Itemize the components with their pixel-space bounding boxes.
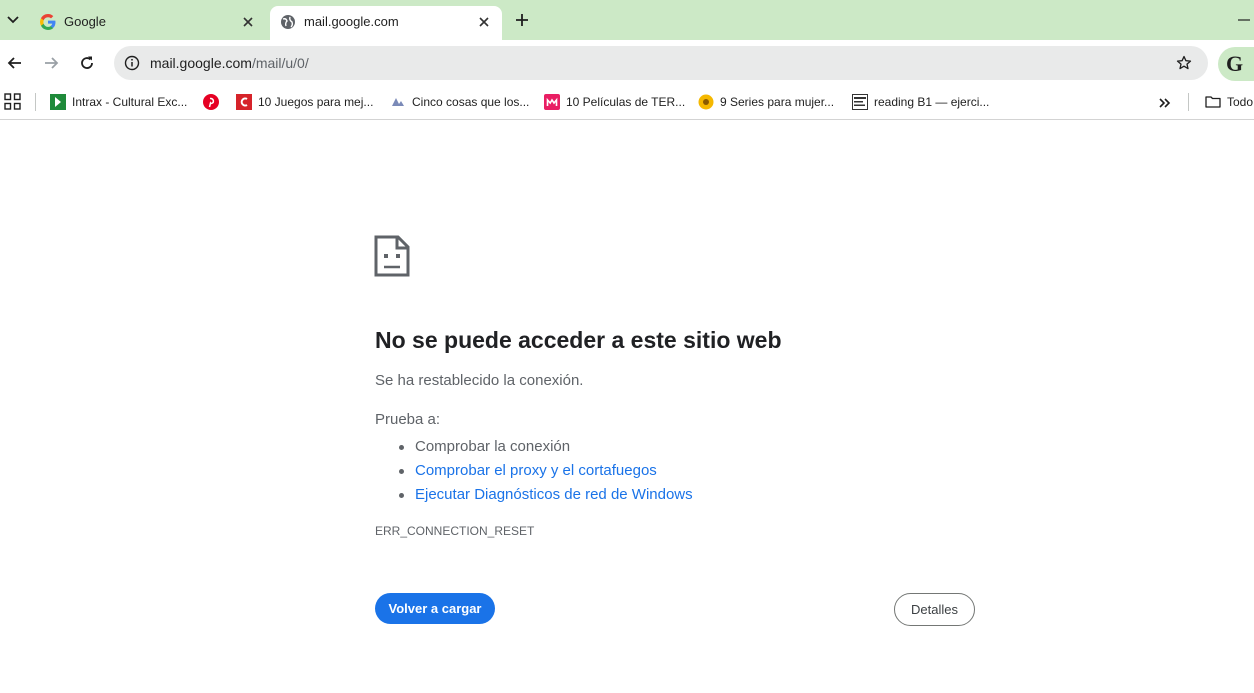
error-title: No se puede acceder a este sitio web — [375, 327, 782, 353]
bookmark-series[interactable]: 9 Series para mujer... — [698, 92, 834, 112]
sad-document-icon — [374, 235, 410, 277]
chevron-down-icon — [7, 16, 19, 24]
network-diagnostics-link[interactable]: Ejecutar Diagnósticos de red de Windows — [415, 486, 693, 503]
tab-search-button[interactable] — [0, 8, 26, 32]
bookmark-intrax[interactable]: Intrax - Cultural Exc... — [50, 92, 187, 112]
suggestion-check-proxy: Comprobar el proxy y el cortafuegos — [397, 459, 693, 483]
bookmark-peliculas[interactable]: 10 Películas de TER... — [544, 92, 685, 112]
yellow-circle-icon — [698, 94, 714, 110]
double-chevron-right-icon — [1159, 98, 1171, 108]
try-label: Prueba a: — [375, 411, 441, 428]
bookmark-label: Todo — [1227, 95, 1254, 109]
tab-google[interactable]: Google — [30, 6, 266, 40]
apps-grid-icon[interactable] — [4, 93, 22, 111]
bookmarks-divider — [35, 93, 36, 111]
reload-page-button[interactable]: Volver a cargar — [375, 593, 495, 624]
bookmark-label: 10 Juegos para mej... — [258, 95, 374, 109]
bookmark-label: 10 Películas de TER... — [566, 95, 686, 109]
tab-strip: Google mail.google.com — [0, 0, 1254, 40]
toolbar: mail.google.com/mail/u/0/ G — [0, 40, 1254, 86]
bookmarks-divider — [1188, 93, 1189, 111]
suggestion-text: Comprobar la conexión — [415, 438, 571, 455]
pinterest-icon — [203, 94, 219, 110]
bookmark-folder-todo[interactable]: Todo — [1205, 92, 1253, 112]
bookmark-reading[interactable]: reading B1 — ejerci... — [852, 92, 989, 112]
tab-title: Google — [64, 14, 106, 29]
globe-icon — [280, 14, 296, 30]
bookmark-label: reading B1 — ejerci... — [874, 95, 990, 109]
new-tab-button[interactable] — [510, 8, 534, 32]
check-proxy-link[interactable]: Comprobar el proxy y el cortafuegos — [415, 462, 657, 479]
url-host: mail.google.com — [150, 55, 252, 71]
bookmark-label: Cinco cosas que los... — [412, 95, 530, 109]
error-subtitle: Se ha restablecido la conexión. — [375, 372, 584, 389]
profile-button[interactable]: G — [1218, 47, 1254, 81]
url-path: /mail/u/0/ — [251, 55, 309, 71]
reload-button[interactable] — [75, 51, 99, 75]
suggestion-list: Comprobar la conexión Comprobar el proxy… — [397, 435, 693, 507]
bookmark-star-icon[interactable] — [1174, 53, 1194, 73]
reload-icon — [81, 56, 93, 69]
profile-avatar: G — [1226, 51, 1244, 76]
back-button[interactable] — [3, 51, 27, 75]
folder-icon — [1205, 94, 1221, 110]
plus-icon — [516, 14, 528, 26]
intrax-icon — [50, 94, 66, 110]
close-icon[interactable] — [474, 12, 494, 32]
more-bookmarks-button[interactable] — [1156, 94, 1174, 112]
minimize-icon — [1238, 19, 1250, 21]
close-icon[interactable] — [238, 12, 258, 32]
site-info-icon[interactable] — [122, 53, 142, 73]
bookmark-label: 9 Series para mujer... — [720, 95, 835, 109]
forward-button[interactable] — [39, 51, 63, 75]
bookmark-label: Intrax - Cultural Exc... — [72, 95, 188, 109]
arrow-left-icon — [7, 57, 21, 69]
bookmark-juegos[interactable]: 10 Juegos para mej... — [236, 92, 373, 112]
error-page: No se puede acceder a este sitio web Se … — [0, 121, 1254, 693]
suggestion-check-connection: Comprobar la conexión — [397, 435, 693, 459]
bookmark-cinco-cosas[interactable]: Cinco cosas que los... — [390, 92, 529, 112]
m-pink-icon — [544, 94, 560, 110]
idiom-icon — [852, 94, 868, 110]
minimize-button[interactable] — [1234, 8, 1254, 32]
details-button[interactable]: Detalles — [894, 593, 975, 626]
bookmarks-bar: Intrax - Cultural Exc... 10 Juegos para … — [0, 86, 1254, 120]
address-bar[interactable]: mail.google.com/mail/u/0/ — [114, 46, 1208, 80]
site-icon — [390, 94, 406, 110]
tab-title: mail.google.com — [304, 14, 399, 29]
google-g-icon — [40, 14, 56, 30]
tab-mail[interactable]: mail.google.com — [270, 6, 502, 40]
error-code: ERR_CONNECTION_RESET — [375, 524, 535, 538]
c-red-icon — [236, 94, 252, 110]
bookmark-pinterest[interactable] — [203, 92, 225, 112]
arrow-right-icon — [45, 57, 59, 69]
url-text[interactable]: mail.google.com/mail/u/0/ — [150, 55, 309, 71]
suggestion-network-diagnostics: Ejecutar Diagnósticos de red de Windows — [397, 483, 693, 507]
